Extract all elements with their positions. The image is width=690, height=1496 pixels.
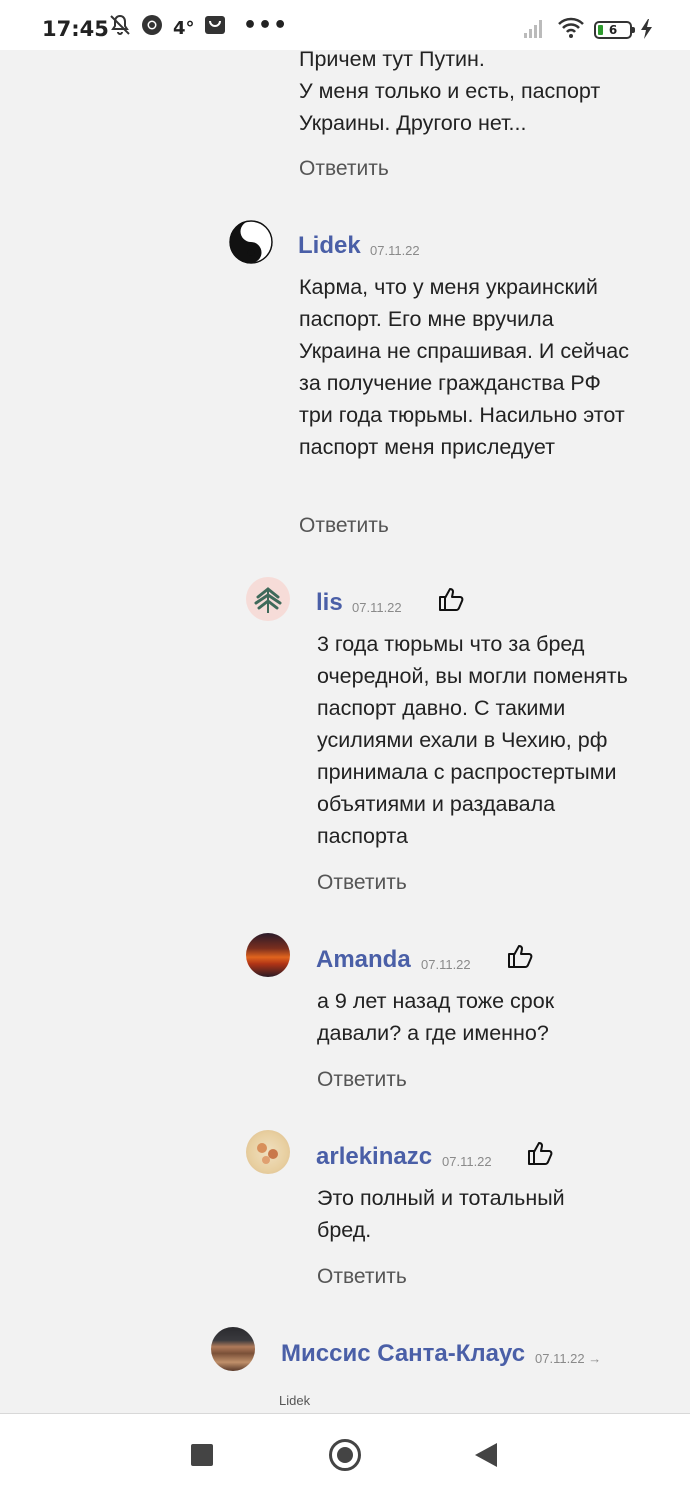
comment-date: 07.11.22 → — [535, 1351, 602, 1366]
avatar[interactable] — [246, 577, 290, 621]
thumbs-up-icon[interactable] — [505, 941, 535, 971]
recent-apps-button[interactable] — [191, 1444, 213, 1466]
charging-icon — [641, 19, 652, 39]
flower-icon — [257, 1143, 278, 1164]
yin-yang-icon — [229, 220, 273, 264]
home-button[interactable] — [329, 1439, 361, 1471]
comment-author[interactable]: lis — [316, 589, 343, 617]
avatar[interactable] — [246, 933, 290, 977]
shopping-bag-icon — [205, 16, 225, 34]
leaf-icon — [254, 587, 282, 613]
status-time: 17:45 — [42, 17, 109, 41]
comment-text: Это полный и тотальный бред. — [317, 1186, 565, 1242]
comment-date: 07.11.22 — [370, 243, 420, 258]
thumbs-up-icon[interactable] — [525, 1138, 555, 1168]
chrome-icon — [142, 15, 162, 35]
comment-author[interactable]: arlekinazc — [316, 1143, 432, 1171]
comment-text: Причем тут Путин. У меня только и есть, … — [299, 47, 601, 135]
comment-text: а 9 лет назад тоже срок давали? а где им… — [317, 989, 555, 1045]
back-button[interactable] — [475, 1443, 497, 1467]
comment-text: 3 года тюрьмы что за бред очередной, вы … — [317, 632, 628, 848]
comment-date: 07.11.22 — [421, 957, 471, 972]
reply-link[interactable]: Ответить — [299, 157, 389, 181]
signal-icon — [524, 20, 542, 38]
comment-author[interactable]: Amanda — [316, 946, 411, 974]
reply-link[interactable]: Ответить — [299, 514, 389, 538]
reply-to-label: Lidek — [279, 1393, 311, 1408]
navigation-bar — [0, 1413, 690, 1496]
battery-icon: 6 — [594, 21, 635, 39]
wifi-icon — [558, 17, 584, 38]
avatar[interactable] — [246, 1130, 290, 1174]
comment-date: 07.11.22 — [442, 1154, 492, 1169]
reply-link[interactable]: Ответить — [317, 871, 407, 895]
reply-link[interactable]: Ответить — [317, 1068, 407, 1092]
comment-text: Карма, что у меня украинский паспорт. Ег… — [299, 275, 629, 459]
bell-off-icon — [110, 14, 130, 35]
avatar[interactable] — [211, 1327, 255, 1371]
status-more: ••• — [243, 13, 289, 38]
thumbs-up-icon[interactable] — [436, 584, 466, 614]
reply-link[interactable]: Ответить — [317, 1265, 407, 1289]
status-temperature: 4° — [173, 18, 195, 39]
avatar[interactable] — [229, 220, 273, 264]
comment-date: 07.11.22 — [352, 600, 402, 615]
comment-author[interactable]: Lidek — [298, 232, 361, 260]
comment-author[interactable]: Миссис Санта-Клаус — [281, 1340, 525, 1368]
